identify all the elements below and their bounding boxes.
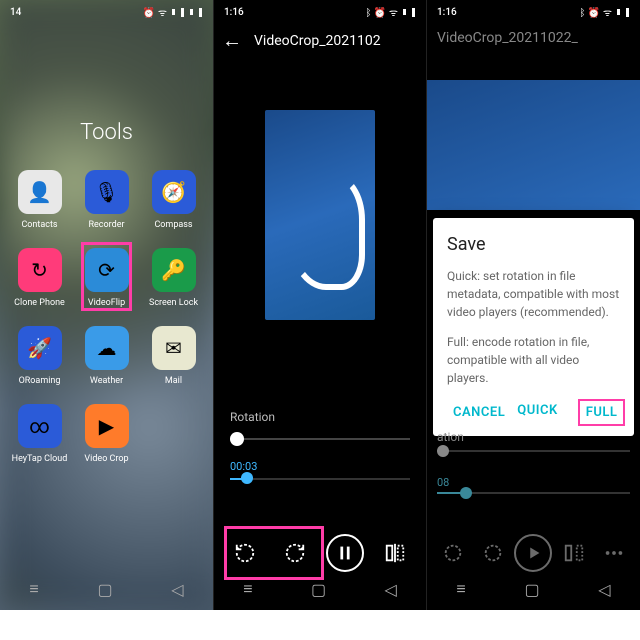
dialog-quick-text: Quick: set rotation in file metadata, co… [447, 267, 620, 321]
pause-button[interactable] [326, 534, 364, 572]
app-recorder[interactable]: 🎙 Recorder [75, 170, 138, 230]
app-video-crop[interactable]: ▶ Video Crop [75, 404, 138, 464]
quick-button[interactable]: QUICK [511, 399, 563, 426]
time-dimmed: 08 [437, 476, 449, 489]
app-screen-lock[interactable]: 🔑 Screen Lock [142, 248, 205, 308]
app-icon: 🔑 [152, 248, 196, 292]
videoflip-editor-screen: 1:16 ᛒ ⏰ ᯤ ← VideoCrop_2021102 Rotation … [213, 0, 427, 610]
app-label: Compass [154, 220, 192, 230]
home-button[interactable]: ▢ [311, 580, 326, 599]
clock: 14 [10, 7, 21, 18]
app-icon: 🚀 [18, 326, 62, 370]
app-videoflip[interactable]: ⟳ VideoFlip [75, 248, 138, 308]
app-icon: ∞ [18, 404, 62, 448]
rotate-ccw-icon [434, 534, 472, 572]
app-contacts[interactable]: 👤 Contacts [8, 170, 71, 230]
more-icon [595, 534, 633, 572]
app-icon: 🧭 [152, 170, 196, 214]
cancel-button[interactable]: CANCEL [447, 401, 511, 424]
back-arrow-icon[interactable]: ← [222, 28, 242, 53]
app-icon: ✉ [152, 326, 196, 370]
app-icon: ⟳ [85, 248, 129, 292]
status-bar: 14 ⏰ ᯤ [0, 0, 213, 24]
app-label: Clone Phone [14, 298, 65, 308]
status-bar: 1:16 ᛒ ⏰ ᯤ [214, 0, 426, 24]
app-icon: 👤 [18, 170, 62, 214]
play-button [514, 534, 552, 572]
video-preview-dimmed [427, 80, 640, 210]
recent-button[interactable]: ≡ [243, 579, 252, 599]
flip-icon[interactable] [376, 534, 414, 572]
dialog-full-text: Full: encode rotation in file, compatibl… [447, 333, 620, 387]
rotation-slider[interactable] [230, 432, 410, 446]
tools-launcher-screen: 14 ⏰ ᯤ Tools 👤 Contacts 🎙 Recorder 🧭 Compass ↻… [0, 0, 213, 610]
status-icons: ᛒ ⏰ ᯤ [365, 5, 416, 19]
app-label: HeyTap Cloud [12, 454, 68, 464]
app-icon: 🎙 [85, 170, 129, 214]
folder-title: Tools [0, 120, 213, 145]
status-icons: ⏰ ᯤ [143, 5, 203, 19]
save-dialog: Save Quick: set rotation in file metadat… [433, 218, 634, 436]
app-label: Video Crop [84, 454, 128, 464]
app-oroaming[interactable]: 🚀 ORoaming [8, 326, 71, 386]
app-icon: ☁ [85, 326, 129, 370]
dialog-title: Save [447, 234, 620, 255]
app-label: ORoaming [19, 376, 61, 386]
app-label: Contacts [21, 220, 57, 230]
back-button[interactable]: ◁ [384, 580, 396, 599]
rotation-label-dimmed: ation [437, 430, 464, 444]
rotate-cw-icon[interactable] [276, 534, 314, 572]
save-dialog-screen: 1:16 ᛒ ⏰ ᯤ VideoCrop_20211022_ Save Quic… [427, 0, 640, 610]
nav-bar: ≡ ▢ ◁ [427, 574, 640, 604]
rotate-cw-icon [474, 534, 512, 572]
home-button[interactable]: ▢ [524, 580, 539, 599]
status-bar: 1:16 ᛒ ⏰ ᯤ [427, 0, 640, 24]
recent-button[interactable]: ≡ [456, 579, 465, 599]
recent-button[interactable]: ≡ [29, 579, 38, 599]
status-icons: ᛒ ⏰ ᯤ [579, 5, 630, 19]
file-title: VideoCrop_2021102 [254, 33, 381, 49]
app-label: VideoFlip [88, 298, 125, 308]
controls-row [214, 534, 426, 572]
app-label: Screen Lock [149, 298, 198, 308]
app-label: Mail [165, 376, 182, 386]
current-time: 00:03 [230, 460, 257, 473]
nav-bar: ≡ ▢ ◁ [214, 574, 426, 604]
full-button[interactable]: FULL [578, 399, 626, 426]
app-label: Weather [90, 376, 123, 386]
video-preview[interactable] [265, 110, 375, 320]
app-label: Recorder [88, 220, 124, 230]
app-compass[interactable]: 🧭 Compass [142, 170, 205, 230]
controls-row-dimmed [427, 534, 640, 572]
app-weather[interactable]: ☁ Weather [75, 326, 138, 386]
app-icon: ↻ [18, 248, 62, 292]
nav-bar: ≡ ▢ ◁ [0, 574, 213, 604]
clock: 1:16 [224, 7, 244, 18]
back-button[interactable]: ◁ [598, 580, 610, 599]
app-heytap-cloud[interactable]: ∞ HeyTap Cloud [8, 404, 71, 464]
file-title: VideoCrop_20211022_ [437, 30, 578, 46]
app-icon: ▶ [85, 404, 129, 448]
back-button[interactable]: ◁ [171, 580, 183, 599]
rotation-label: Rotation [230, 410, 275, 424]
header: ← VideoCrop_2021102 [214, 28, 426, 53]
app-clone-phone[interactable]: ↻ Clone Phone [8, 248, 71, 308]
flip-icon [555, 534, 593, 572]
app-mail[interactable]: ✉ Mail [142, 326, 205, 386]
home-button[interactable]: ▢ [97, 580, 112, 599]
clock: 1:16 [437, 7, 457, 18]
rotate-ccw-icon[interactable] [226, 534, 264, 572]
app-grid: 👤 Contacts 🎙 Recorder 🧭 Compass ↻ Clone Phone ⟳ V… [0, 170, 213, 464]
